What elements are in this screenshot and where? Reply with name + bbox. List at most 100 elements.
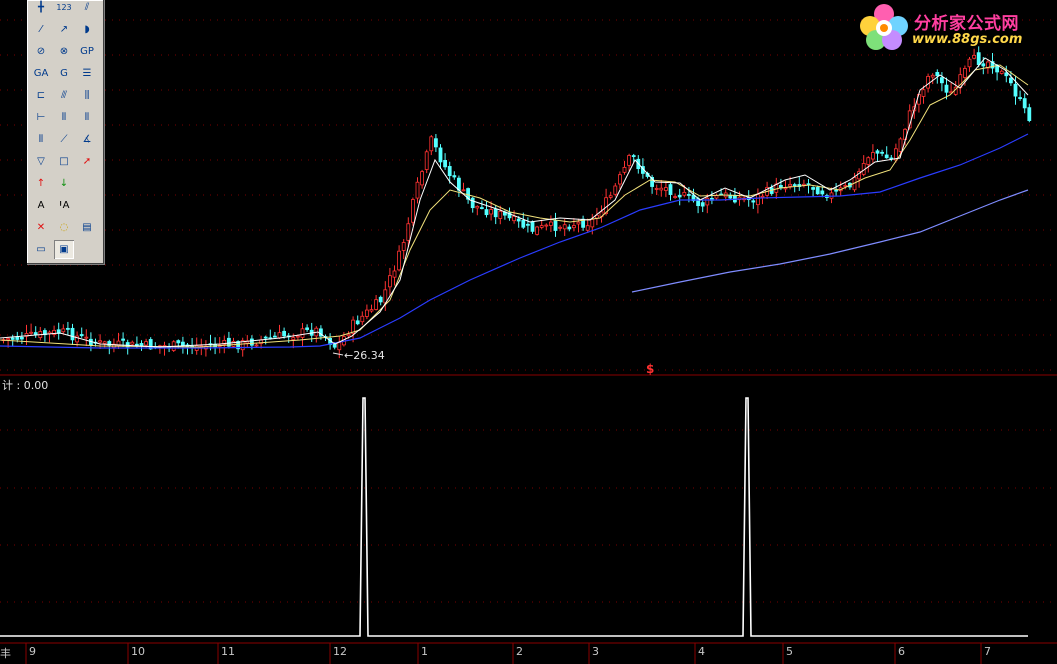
g-icon[interactable]: G xyxy=(54,64,74,83)
triangle-icon[interactable]: ▽ xyxy=(31,152,51,171)
candle-body xyxy=(295,335,300,338)
candle-body xyxy=(443,160,448,168)
down-arrow-icon[interactable]: ↓ xyxy=(54,174,74,193)
candle-body xyxy=(254,344,259,347)
candle-body xyxy=(539,225,544,228)
vertical-line-icon[interactable]: ╋ xyxy=(31,0,51,17)
slant-fan-icon[interactable]: ⟋ xyxy=(54,130,74,149)
bars-icon[interactable]: ⦀ xyxy=(31,130,51,149)
ma-short-line xyxy=(0,57,1029,348)
price-chart[interactable] xyxy=(0,0,1057,664)
candle-body xyxy=(424,151,429,170)
candle-body xyxy=(788,183,792,187)
red-arrow-line-icon[interactable]: ➚ xyxy=(77,152,97,171)
candle-body xyxy=(374,299,379,310)
candle-body xyxy=(33,332,38,336)
angle-fan-icon[interactable]: ∡ xyxy=(77,130,97,149)
candle-body xyxy=(664,187,668,191)
candle-body xyxy=(410,199,415,223)
rectangle-icon[interactable]: □ xyxy=(54,152,74,171)
candle-body xyxy=(272,335,277,338)
candle-body xyxy=(1013,83,1018,97)
circle-icon[interactable]: ⊘ xyxy=(31,42,51,61)
ma-extra-line xyxy=(631,189,1029,293)
chart-grid xyxy=(0,19,1057,371)
time-axis-corner: 丰 xyxy=(0,647,11,660)
candlesticks xyxy=(1,46,1032,359)
site-logo: 分析家公式网 www.88gs.com xyxy=(856,2,1056,54)
candle-body xyxy=(15,336,20,340)
multi-lines-icon[interactable]: ⦀ xyxy=(77,108,97,127)
candle-body xyxy=(1009,77,1013,84)
highlight-icon[interactable]: ◌ xyxy=(54,218,74,237)
candle-body xyxy=(130,341,135,345)
candle-body xyxy=(944,84,949,93)
candle-body xyxy=(249,338,254,346)
candle-body xyxy=(963,68,967,78)
delete-x-icon[interactable]: ✕ xyxy=(31,218,51,237)
candle-body xyxy=(558,226,562,229)
candle-body xyxy=(792,184,797,186)
candle-body xyxy=(1027,107,1032,121)
candle-body xyxy=(61,328,66,333)
candle-body xyxy=(79,334,84,337)
candle-body xyxy=(820,190,825,195)
picture-icon[interactable]: ▣ xyxy=(54,240,74,259)
candle-body xyxy=(815,187,820,195)
month-label-5: 5 xyxy=(786,645,793,658)
candle-body xyxy=(668,184,673,195)
month-label-12: 12 xyxy=(333,645,347,658)
candle-body xyxy=(70,327,75,341)
list-icon[interactable]: ▤ xyxy=(77,218,97,237)
circle-cross-icon[interactable]: ⊗ xyxy=(54,42,74,61)
channel-icon[interactable]: ⫼ xyxy=(77,86,97,105)
candle-body xyxy=(999,70,1004,74)
h-lines-icon[interactable]: ⊢ xyxy=(31,108,51,127)
candle-body xyxy=(121,338,125,341)
text-lines-icon[interactable]: ☰ xyxy=(77,64,97,83)
parallel-lines-icon[interactable]: ⫽ xyxy=(77,0,97,17)
candle-body xyxy=(470,197,475,209)
candle-body xyxy=(337,342,342,351)
candle-body xyxy=(102,341,107,344)
candle-body xyxy=(484,209,489,216)
month-label-6: 6 xyxy=(898,645,905,658)
up-arrow-icon[interactable]: ↑ xyxy=(31,174,51,193)
number-123-icon[interactable]: 123 xyxy=(54,0,74,17)
candle-body xyxy=(967,58,972,68)
candle-body xyxy=(884,154,889,159)
candle-body xyxy=(387,275,392,288)
month-label-2: 2 xyxy=(516,645,523,658)
candle-body xyxy=(553,220,558,231)
candle-body xyxy=(659,187,664,191)
candle-body xyxy=(401,242,406,251)
grid-lines-icon[interactable]: ⫴ xyxy=(54,108,74,127)
arc-icon[interactable]: ◗ xyxy=(77,20,97,39)
candle-body xyxy=(880,151,884,154)
bracket-lines-icon[interactable]: ⊏ xyxy=(31,86,51,105)
candle-body xyxy=(590,218,595,228)
candle-body xyxy=(687,194,691,196)
candle-body xyxy=(622,166,627,173)
candle-body xyxy=(627,155,631,166)
candle-body xyxy=(364,309,369,317)
candle-body xyxy=(608,195,613,198)
ruler-icon[interactable]: ▭ xyxy=(31,240,51,259)
ga-icon[interactable]: GA xyxy=(31,64,51,83)
candle-body xyxy=(898,138,903,152)
candle-body xyxy=(567,226,572,230)
candle-body xyxy=(682,191,687,196)
fan-lines-icon[interactable]: ⫻ xyxy=(54,86,74,105)
indicator-grid xyxy=(0,429,1057,603)
text-a-bracket-icon[interactable]: ꞋA xyxy=(54,196,74,215)
indicator-line xyxy=(0,397,1028,637)
gp-icon[interactable]: GP xyxy=(77,42,97,61)
text-a-icon[interactable]: A xyxy=(31,196,51,215)
candle-body xyxy=(811,187,815,190)
ray-icon[interactable]: ↗ xyxy=(54,20,74,39)
line-segment-icon[interactable]: ⁄ xyxy=(31,20,51,39)
month-label-4: 4 xyxy=(698,645,705,658)
ma-long-line xyxy=(0,133,1029,349)
candle-body xyxy=(549,221,553,226)
candle-body xyxy=(572,225,576,229)
